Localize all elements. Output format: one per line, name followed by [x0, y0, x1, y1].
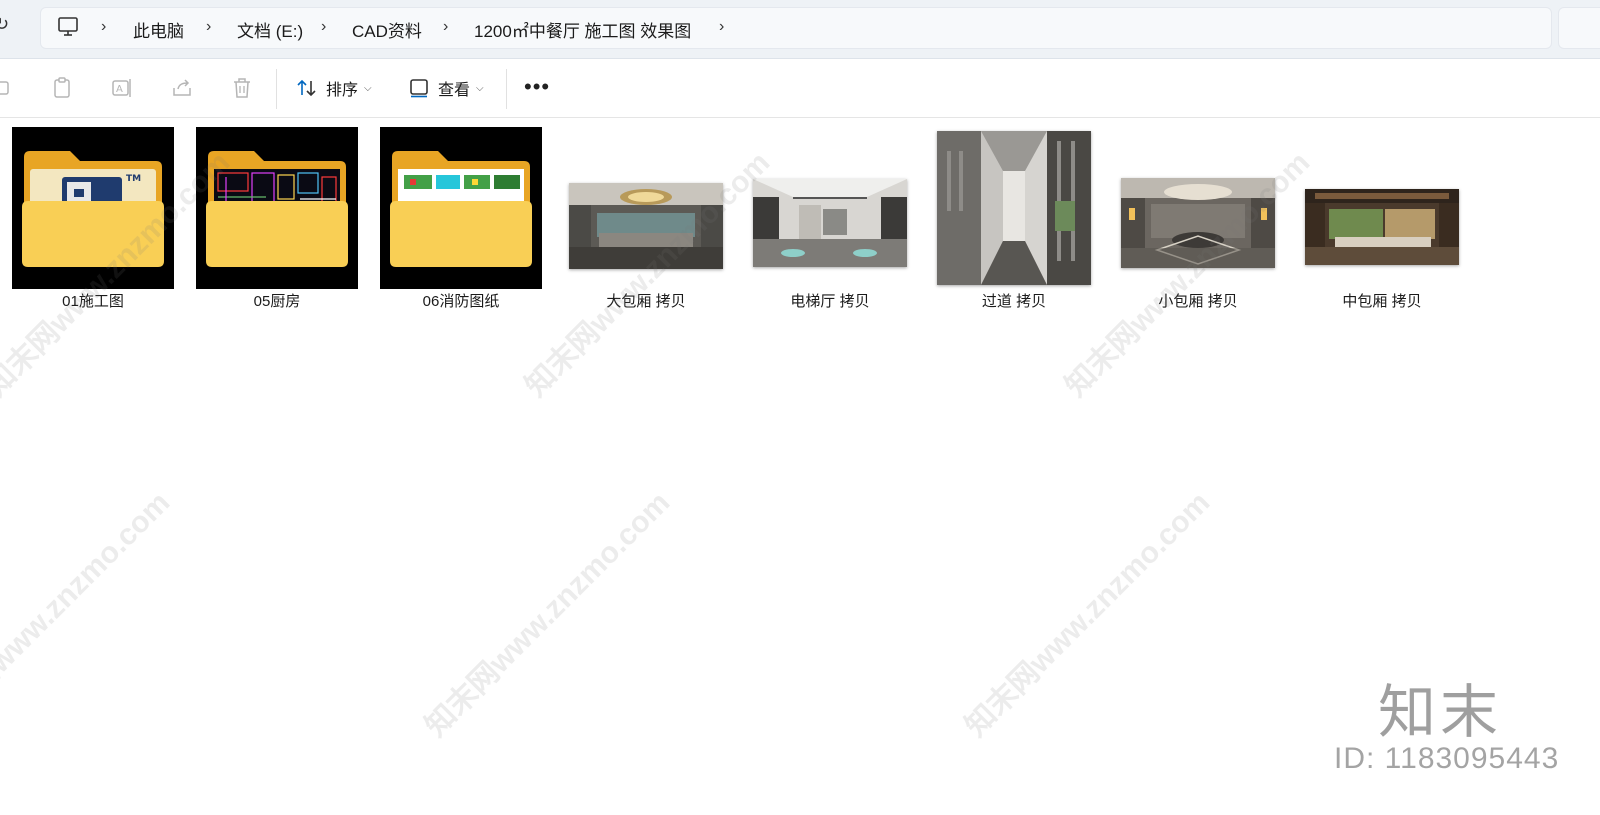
folder-thumbnail: [196, 127, 358, 289]
chevron-right-icon[interactable]: ›: [101, 18, 106, 36]
rename-icon[interactable]: A: [110, 76, 134, 100]
file-name: 小包厢 拷贝: [1158, 293, 1238, 310]
breadcrumb-documents-e[interactable]: 文档 (E:): [237, 17, 303, 42]
folder-item[interactable]: 05厨房: [196, 127, 358, 317]
file-name: 06消防图纸: [422, 293, 500, 310]
image-file-item[interactable]: 过道 拷贝: [933, 127, 1095, 317]
cut-icon[interactable]: [0, 76, 16, 100]
search-box[interactable]: [1558, 7, 1600, 49]
file-name: 电梯厅 拷贝: [790, 293, 870, 310]
chevron-right-icon[interactable]: ›: [321, 18, 326, 36]
breadcrumb-cad[interactable]: CAD资料: [352, 17, 422, 42]
chevron-right-icon[interactable]: ›: [206, 18, 211, 36]
corridor-image: [937, 131, 1091, 285]
image-file-item[interactable]: 电梯厅 拷贝: [749, 127, 911, 317]
folder-item[interactable]: TM 01施工图: [12, 127, 174, 317]
svg-text:A: A: [116, 84, 123, 95]
address-strip: ↻ › 此电脑 › 文档 (E:) › CAD资料 › 1200㎡中餐厅 施工图…: [0, 0, 1600, 59]
share-icon[interactable]: [170, 76, 194, 100]
image-thumbnail: [1117, 127, 1279, 289]
sort-label: 排序: [326, 82, 359, 99]
watermark-text: 知末网www.znzmo.com: [0, 485, 177, 744]
sort-icon: [297, 79, 316, 97]
view-label: 查看: [438, 82, 471, 99]
file-name: 中包厢 拷贝: [1342, 293, 1422, 310]
breadcrumb-current-folder[interactable]: 1200㎡中餐厅 施工图 效果图: [474, 17, 691, 42]
svg-text:TM: TM: [126, 174, 141, 184]
address-bar[interactable]: › 此电脑 › 文档 (E:) › CAD资料 › 1200㎡中餐厅 施工图 效…: [40, 7, 1552, 49]
image-thumbnail: [565, 127, 727, 289]
banquet-room-image: [569, 183, 723, 269]
toolbar-divider: [506, 69, 507, 109]
image-thumbnail: [749, 127, 911, 289]
chevron-down-icon: ⌵: [364, 82, 372, 94]
command-bar: A 排序 ⌵ 查看 ⌵ •••: [0, 59, 1600, 118]
folder-thumbnail: [380, 127, 542, 289]
sort-button[interactable]: 排序 ⌵: [296, 75, 372, 101]
image-thumbnail: [1301, 127, 1463, 289]
this-pc-icon[interactable]: [57, 17, 79, 37]
breadcrumb-this-pc[interactable]: 此电脑: [133, 17, 184, 42]
elevator-hall-image: [753, 179, 907, 267]
chevron-right-icon[interactable]: ›: [443, 18, 448, 36]
brand-watermark: 知末: [1378, 680, 1503, 745]
file-name: 05厨房: [253, 293, 301, 310]
view-button[interactable]: 查看 ⌵: [408, 75, 484, 101]
more-options-button[interactable]: •••: [524, 76, 550, 98]
file-name: 大包厢 拷贝: [606, 293, 686, 310]
delete-icon[interactable]: [230, 76, 254, 100]
image-file-item[interactable]: 小包厢 拷贝: [1117, 127, 1279, 317]
folder-item[interactable]: 06消防图纸: [380, 127, 542, 317]
image-id-label: ID: 1183095443: [1334, 742, 1560, 775]
chevron-right-icon[interactable]: ›: [719, 18, 724, 36]
watermark-text: 知末网www.znzmo.com: [419, 485, 677, 744]
folder-icon: [206, 151, 348, 267]
paste-icon[interactable]: [50, 76, 74, 100]
file-name: 过道 拷贝: [981, 293, 1047, 310]
image-thumbnail: [933, 127, 1095, 289]
toolbar-divider: [276, 69, 277, 109]
folder-icon: TM: [22, 151, 164, 267]
small-private-room-image: [1121, 178, 1275, 268]
image-file-item[interactable]: 大包厢 拷贝: [565, 127, 727, 317]
image-file-item[interactable]: 中包厢 拷贝: [1301, 127, 1463, 317]
folder-thumbnail: TM: [12, 127, 174, 289]
medium-private-room-image: [1305, 189, 1459, 265]
file-name: 01施工图: [62, 293, 124, 310]
folder-icon: [390, 151, 532, 267]
chevron-down-icon: ⌵: [476, 82, 484, 94]
view-icon: [410, 79, 428, 98]
refresh-icon[interactable]: ↻: [0, 14, 14, 38]
watermark-text: 知末网www.znzmo.com: [959, 485, 1217, 744]
